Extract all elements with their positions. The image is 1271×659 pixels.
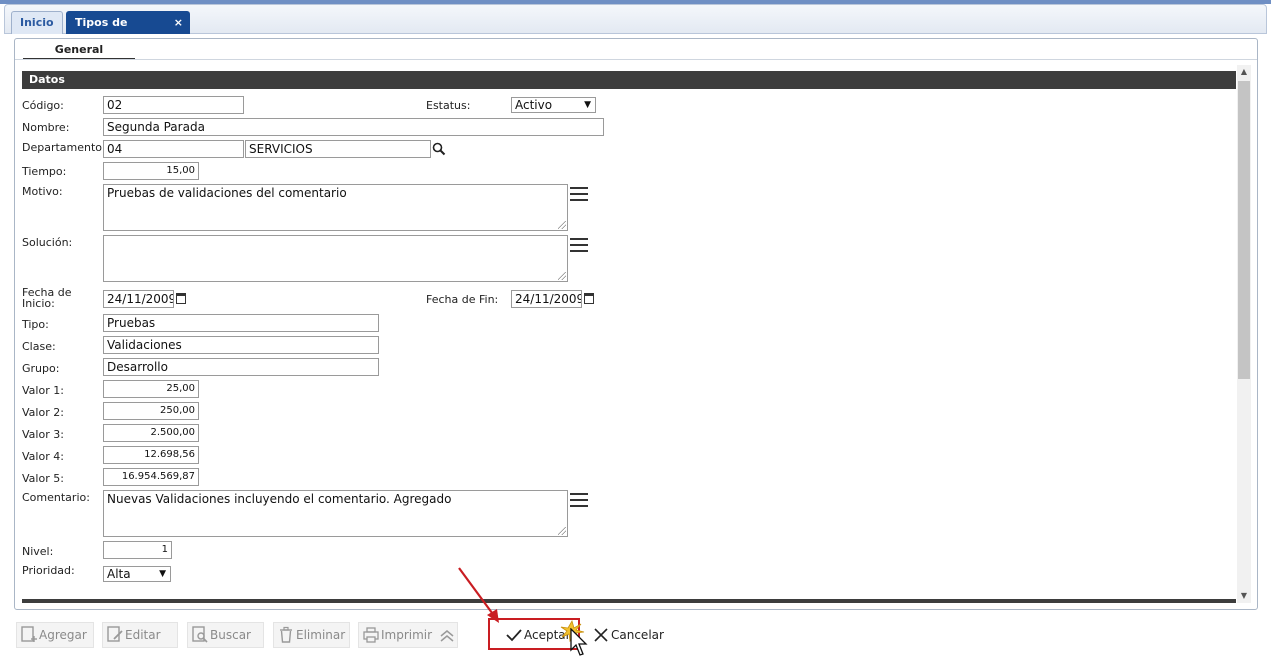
section-header-datos: Datos [22,71,1236,89]
imprimir-label: Imprimir [381,628,433,642]
valor2-input[interactable]: 250,00 [103,402,199,420]
eliminar-button[interactable]: Eliminar [273,622,350,648]
editar-button[interactable]: Editar [102,622,178,648]
buscar-label: Buscar [210,628,251,642]
grupo-label: Grupo: [22,362,60,375]
edit-icon [107,626,123,642]
fecha-inicio-input[interactable]: 24/11/2009 [103,290,174,308]
trash-icon [280,626,292,643]
cancelar-button[interactable]: Cancelar [588,622,668,648]
tiempo-input[interactable]: 15,00 [103,162,199,180]
nivel-input[interactable]: 1 [103,541,172,559]
tab-inicio[interactable]: Inicio [11,11,63,34]
fecha-inicio-label: Fecha de Inicio: [22,286,72,310]
chevron-down-icon: ▼ [159,569,166,579]
comentario-textarea[interactable]: Nuevas Validaciones incluyendo el coment… [103,490,568,537]
estatus-select[interactable]: Activo ▼ [511,97,596,113]
search-icon[interactable] [432,142,446,156]
close-tab-icon[interactable]: × [174,12,183,34]
red-arrow-icon [458,567,499,623]
add-document-icon [21,626,37,642]
double-chevron-up-icon [440,630,454,642]
motivo-textarea[interactable]: Pruebas de validaciones del comentario [103,184,568,231]
departamento-code-input[interactable]: 04 [103,140,244,158]
tab-tipos-de-paradas[interactable]: Tipos de Paradas × [66,11,190,51]
estatus-value: Activo [515,98,553,112]
tab-general[interactable]: General [23,42,135,60]
grupo-input[interactable]: Desarrollo [103,358,379,376]
valor4-input[interactable]: 12.698,56 [103,446,199,464]
cancelar-label: Cancelar [611,628,664,642]
mouse-cursor-icon [570,628,588,656]
menu-icon[interactable] [570,187,588,203]
nombre-input[interactable]: Segunda Parada [103,118,604,136]
search-document-icon [192,626,208,643]
fecha-fin-input[interactable]: 24/11/2009 [511,290,582,308]
solucion-textarea[interactable] [103,235,568,282]
valor5-label: Valor 5: [22,472,64,485]
editar-label: Editar [125,628,161,642]
agregar-button[interactable]: Agregar [16,622,94,648]
resize-grip-icon[interactable] [558,527,566,535]
scroll-up-arrow-icon[interactable]: ▲ [1237,65,1251,79]
vertical-scrollbar[interactable]: ▲ ▼ [1237,65,1251,603]
valor1-input[interactable]: 25,00 [103,380,199,398]
nombre-label: Nombre: [22,121,70,134]
prioridad-select[interactable]: Alta ▼ [103,566,171,582]
resize-grip-icon[interactable] [558,221,566,229]
clase-input[interactable]: Validaciones [103,336,379,354]
resize-grip-icon[interactable] [558,272,566,280]
fecha-fin-label: Fecha de Fin: [426,293,499,306]
tipo-input[interactable]: Pruebas [103,314,379,332]
valor2-label: Valor 2: [22,406,64,419]
section-footer-bar [22,599,1236,603]
imprimir-button[interactable]: Imprimir [358,622,458,648]
menu-icon[interactable] [570,493,588,509]
close-icon [594,628,608,642]
calendar-icon[interactable] [584,293,594,304]
codigo-label: Código: [22,99,64,112]
clase-label: Clase: [22,340,56,353]
menu-icon[interactable] [570,238,588,254]
tab-strip: Inicio Tipos de Paradas × [4,4,1267,51]
tiempo-label: Tiempo: [22,165,67,178]
estatus-label: Estatus: [426,99,471,112]
scroll-down-arrow-icon[interactable]: ▼ [1237,589,1251,603]
departamento-name-input[interactable]: SERVICIOS [245,140,431,158]
buscar-button[interactable]: Buscar [187,622,264,648]
valor4-label: Valor 4: [22,450,64,463]
solucion-label: Solución: [22,236,73,249]
nivel-label: Nivel: [22,545,54,558]
comentario-label: Comentario: [22,491,90,504]
tab-inicio-label: Inicio [20,16,54,29]
calendar-icon[interactable] [176,293,186,304]
tipo-label: Tipo: [22,318,49,331]
motivo-value: Pruebas de validaciones del comentario [107,186,347,200]
chevron-down-icon: ▼ [584,100,591,110]
valor3-label: Valor 3: [22,428,64,441]
departamento-label: Departamento: [22,141,106,154]
agregar-label: Agregar [39,628,87,642]
comentario-value: Nuevas Validaciones incluyendo el coment… [107,492,452,506]
printer-icon [363,627,379,643]
eliminar-label: Eliminar [296,628,346,642]
inner-tab-divider [15,59,1257,60]
prioridad-label: Prioridad: [22,564,75,577]
codigo-input[interactable]: 02 [103,96,244,114]
valor1-label: Valor 1: [22,384,64,397]
valor5-input[interactable]: 16.954.569,87 [103,468,199,486]
motivo-label: Motivo: [22,185,63,198]
valor3-input[interactable]: 2.500,00 [103,424,199,442]
scroll-thumb[interactable] [1238,81,1250,379]
prioridad-value: Alta [107,567,131,581]
